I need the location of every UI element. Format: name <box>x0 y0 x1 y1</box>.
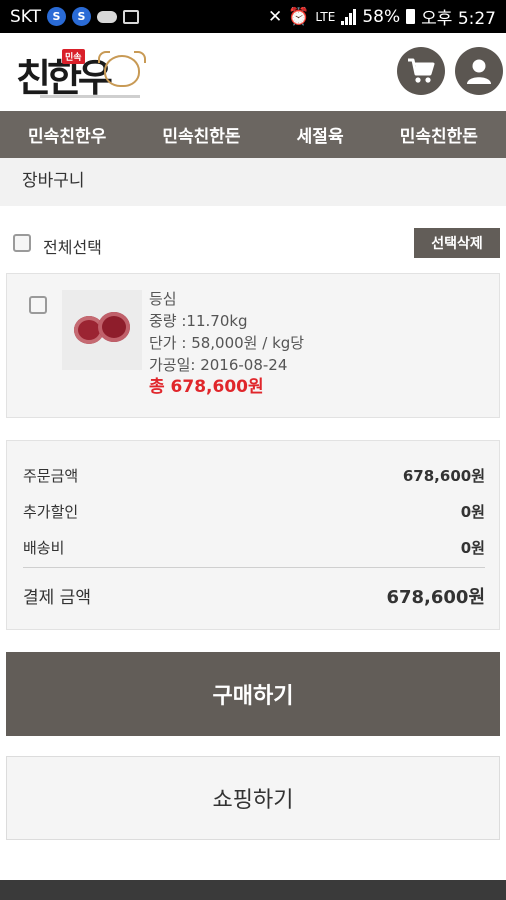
extra-discount-value: 0원 <box>460 503 485 521</box>
select-all-row: 전체선택 선택삭제 <box>0 226 506 260</box>
user-button[interactable] <box>455 47 503 95</box>
bottom-bar <box>0 880 506 900</box>
category-nav: 민속친한우 민속친한돈 세절육 민속친한돈 <box>0 111 506 158</box>
clock-time: 오후 5:27 <box>421 9 496 29</box>
app-header: 친한우 민속 <box>0 33 506 111</box>
buy-button[interactable]: 구매하기 <box>6 652 500 736</box>
mute-icon: ✕ <box>267 6 283 27</box>
item-total: 총 678,600원 <box>149 377 264 397</box>
battery-icon <box>406 9 416 24</box>
nav-item-handon[interactable]: 민속친한돈 <box>162 122 240 147</box>
battery-percent: 58% <box>362 6 401 27</box>
logo-subtitle-line <box>40 95 140 98</box>
summary-row-payment: 결제 금액 678,600원 <box>23 583 485 609</box>
item-unit-price: 단가 : 58,000원 / kg당 <box>149 334 305 352</box>
item-processed-date: 가공일: 2016-08-24 <box>149 356 288 374</box>
cart-item-card: 등심 중량 :11.70kg 단가 : 58,000원 / kg당 가공일: 2… <box>6 273 500 418</box>
cart-icon <box>408 58 435 83</box>
summary-divider <box>23 567 485 568</box>
carrier-label: SKT <box>10 6 42 27</box>
shipping-label: 배송비 <box>23 539 65 557</box>
payment-label: 결제 금액 <box>23 588 91 608</box>
shipping-value: 0원 <box>460 539 485 557</box>
item-weight: 중량 :11.70kg <box>149 312 248 330</box>
status-right: ✕ ⏰ LTE 58% 오후 5:27 <box>267 4 496 30</box>
lte-label: LTE <box>315 9 336 24</box>
brand-logo[interactable]: 친한우 민속 <box>16 47 146 107</box>
alarm-icon: ⏰ <box>288 6 310 27</box>
summary-row-order: 주문금액 678,600원 <box>23 465 485 486</box>
cart-button[interactable] <box>397 47 445 95</box>
select-all-label[interactable]: 전체선택 <box>43 234 102 258</box>
product-thumbnail[interactable] <box>62 290 142 370</box>
image-icon <box>123 9 140 24</box>
summary-row-discount: 추가할인 0원 <box>23 501 485 522</box>
order-amount-value: 678,600원 <box>402 467 485 485</box>
cloud-icon <box>97 10 118 23</box>
meat-slice-2 <box>98 312 130 342</box>
logo-badge: 민속 <box>62 49 85 64</box>
samsung-s-icon: S <box>47 7 67 26</box>
nav-item-hanwoo[interactable]: 민속친한우 <box>28 122 106 147</box>
nav-item-sejeolyuk[interactable]: 세절육 <box>297 122 344 147</box>
signal-icon <box>341 8 357 25</box>
delete-selected-button[interactable]: 선택삭제 <box>414 228 500 258</box>
item-info: 등심 중량 :11.70kg 단가 : 58,000원 / kg당 가공일: 2… <box>149 288 304 398</box>
item-name: 등심 <box>149 290 177 308</box>
continue-shopping-button[interactable]: 쇼핑하기 <box>6 756 500 840</box>
nav-item-handon-2[interactable]: 민속친한돈 <box>400 122 478 147</box>
payment-value: 678,600원 <box>386 587 485 608</box>
order-summary: 주문금액 678,600원 추가할인 0원 배송비 0원 결제 금액 678,6… <box>6 440 500 630</box>
status-left: SKT S S <box>10 6 140 27</box>
user-icon <box>467 59 491 84</box>
samsung-s-icon-2: S <box>72 7 92 26</box>
cow-icon <box>98 51 146 87</box>
page-title: 장바구니 <box>0 158 506 206</box>
summary-row-shipping: 배송비 0원 <box>23 537 485 558</box>
extra-discount-label: 추가할인 <box>23 503 79 521</box>
status-bar: SKT S S ✕ ⏰ LTE 58% 오후 5:27 <box>0 0 506 33</box>
select-all-checkbox[interactable] <box>13 234 31 252</box>
item-checkbox[interactable] <box>29 296 47 314</box>
order-amount-label: 주문금액 <box>23 467 79 485</box>
